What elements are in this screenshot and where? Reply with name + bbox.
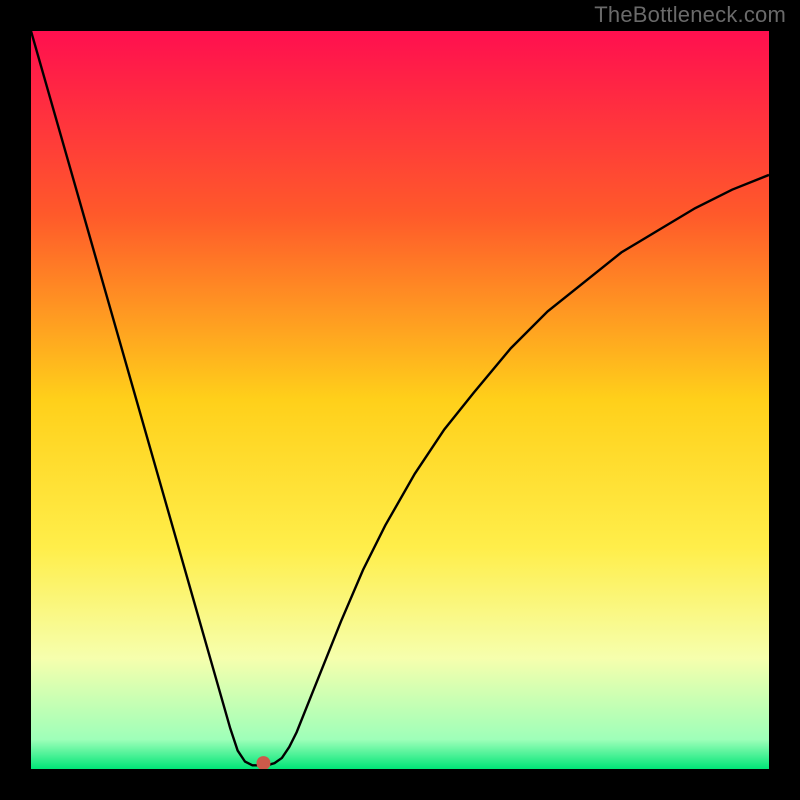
plot-area: [31, 31, 769, 769]
chart-svg: [31, 31, 769, 769]
gradient-background: [31, 31, 769, 769]
chart-frame: TheBottleneck.com: [0, 0, 800, 800]
watermark-text: TheBottleneck.com: [594, 2, 786, 28]
